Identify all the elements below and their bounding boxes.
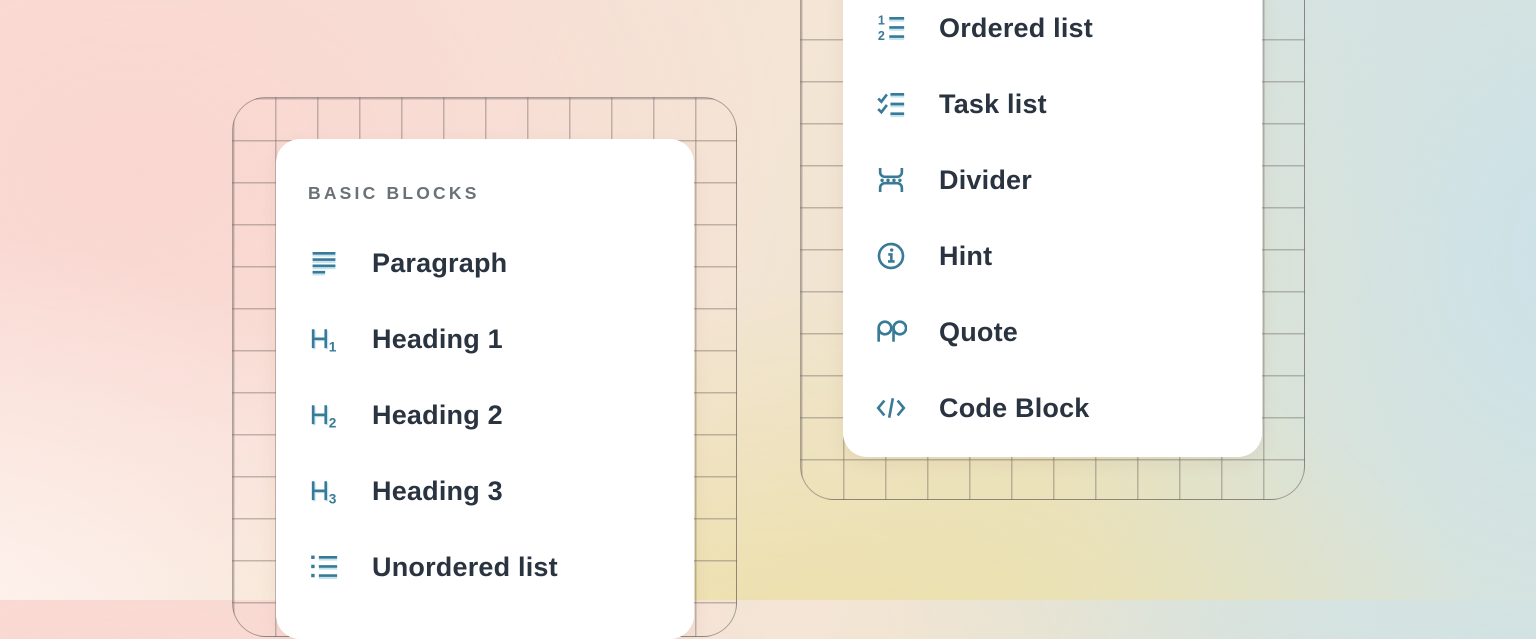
menu-item-label: Unordered list bbox=[372, 552, 558, 583]
paragraph-icon bbox=[308, 247, 340, 279]
menu-item-label: Heading 3 bbox=[372, 476, 503, 507]
menu-item-unordered-list[interactable]: Unordered list bbox=[308, 551, 558, 583]
menu-item-hint[interactable]: Hint bbox=[875, 240, 992, 272]
quote-icon bbox=[875, 316, 907, 348]
menu-item-label: Divider bbox=[939, 165, 1032, 196]
svg-text:2: 2 bbox=[329, 416, 337, 431]
menu-item-quote[interactable]: Quote bbox=[875, 316, 1018, 348]
basic-blocks-menu-panel: BASIC BLOCKS Paragraph 1 Heading 1 2 Hea… bbox=[276, 139, 694, 639]
advanced-blocks-menu-panel: 1 2 Ordered list Task list Divider bbox=[843, 0, 1262, 457]
heading-2-icon: 2 bbox=[308, 399, 340, 431]
svg-text:3: 3 bbox=[329, 492, 337, 507]
menu-item-label: Task list bbox=[939, 89, 1047, 120]
menu-item-label: Heading 2 bbox=[372, 400, 503, 431]
section-title: BASIC BLOCKS bbox=[308, 183, 480, 204]
menu-item-label: Hint bbox=[939, 241, 992, 272]
menu-item-label: Paragraph bbox=[372, 248, 507, 279]
svg-text:1: 1 bbox=[878, 14, 885, 28]
menu-item-divider[interactable]: Divider bbox=[875, 164, 1032, 196]
unordered-list-icon bbox=[308, 551, 340, 583]
menu-item-ordered-list[interactable]: 1 2 Ordered list bbox=[875, 12, 1093, 44]
menu-item-heading-2[interactable]: 2 Heading 2 bbox=[308, 399, 503, 431]
menu-item-label: Code Block bbox=[939, 393, 1090, 424]
svg-text:2: 2 bbox=[878, 29, 885, 43]
menu-item-label: Quote bbox=[939, 317, 1018, 348]
menu-item-heading-3[interactable]: 3 Heading 3 bbox=[308, 475, 503, 507]
menu-item-task-list[interactable]: Task list bbox=[875, 88, 1047, 120]
heading-3-icon: 3 bbox=[308, 475, 340, 507]
menu-item-code-block[interactable]: Code Block bbox=[875, 392, 1090, 424]
ordered-list-icon: 1 2 bbox=[875, 12, 907, 44]
divider-icon bbox=[875, 164, 907, 196]
menu-item-heading-1[interactable]: 1 Heading 1 bbox=[308, 323, 503, 355]
hint-icon bbox=[875, 240, 907, 272]
task-list-icon bbox=[875, 88, 907, 120]
code-block-icon bbox=[875, 392, 907, 424]
menu-item-label: Heading 1 bbox=[372, 324, 503, 355]
svg-text:1: 1 bbox=[329, 340, 337, 355]
menu-item-label: Ordered list bbox=[939, 13, 1093, 44]
heading-1-icon: 1 bbox=[308, 323, 340, 355]
menu-item-paragraph[interactable]: Paragraph bbox=[308, 247, 507, 279]
